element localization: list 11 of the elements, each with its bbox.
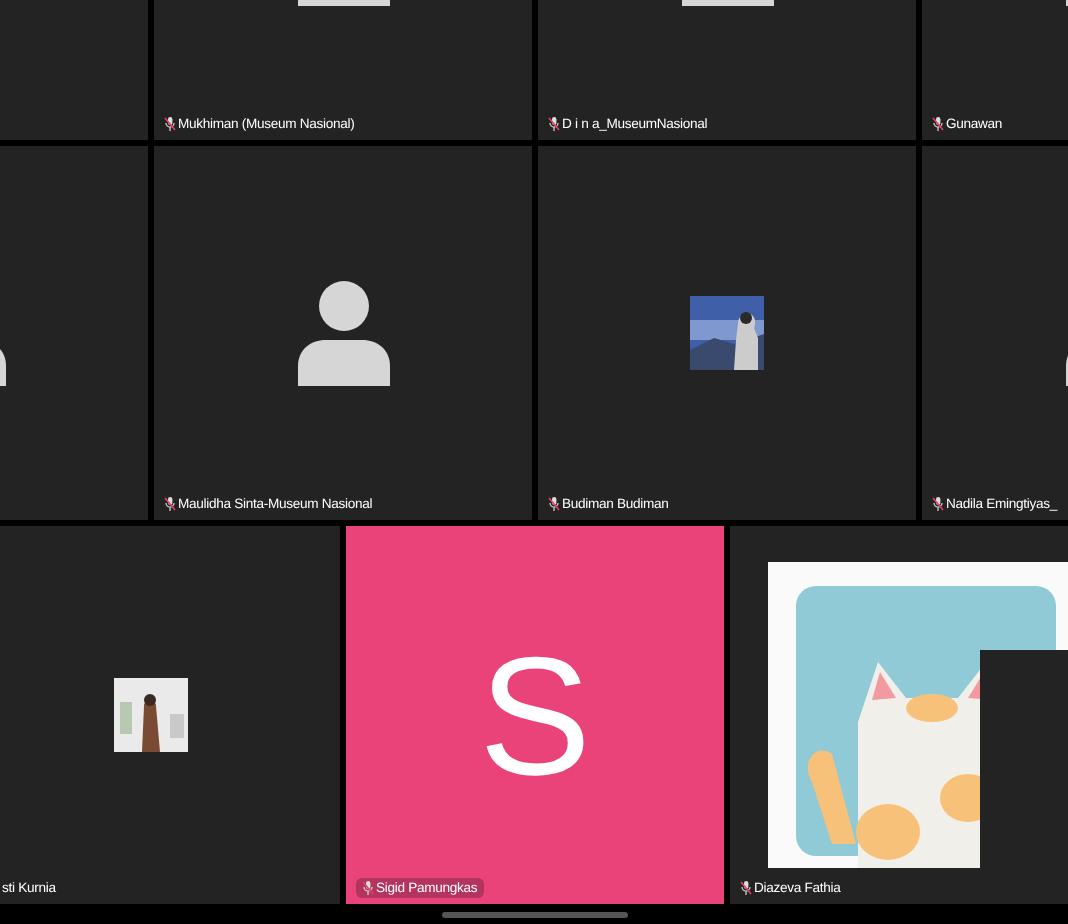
home-indicator[interactable] xyxy=(441,912,627,918)
avatar-icon xyxy=(297,280,389,386)
muted-mic-icon xyxy=(362,880,374,896)
muted-mic-icon xyxy=(548,116,560,132)
muted-mic-icon xyxy=(932,116,944,132)
avatar-initial: S xyxy=(478,631,592,799)
muted-mic-icon xyxy=(932,496,944,512)
muted-mic-icon xyxy=(740,880,752,896)
muted-mic-icon xyxy=(164,116,176,132)
muted-mic-icon xyxy=(548,496,560,512)
muted-mic-icon xyxy=(164,496,176,512)
